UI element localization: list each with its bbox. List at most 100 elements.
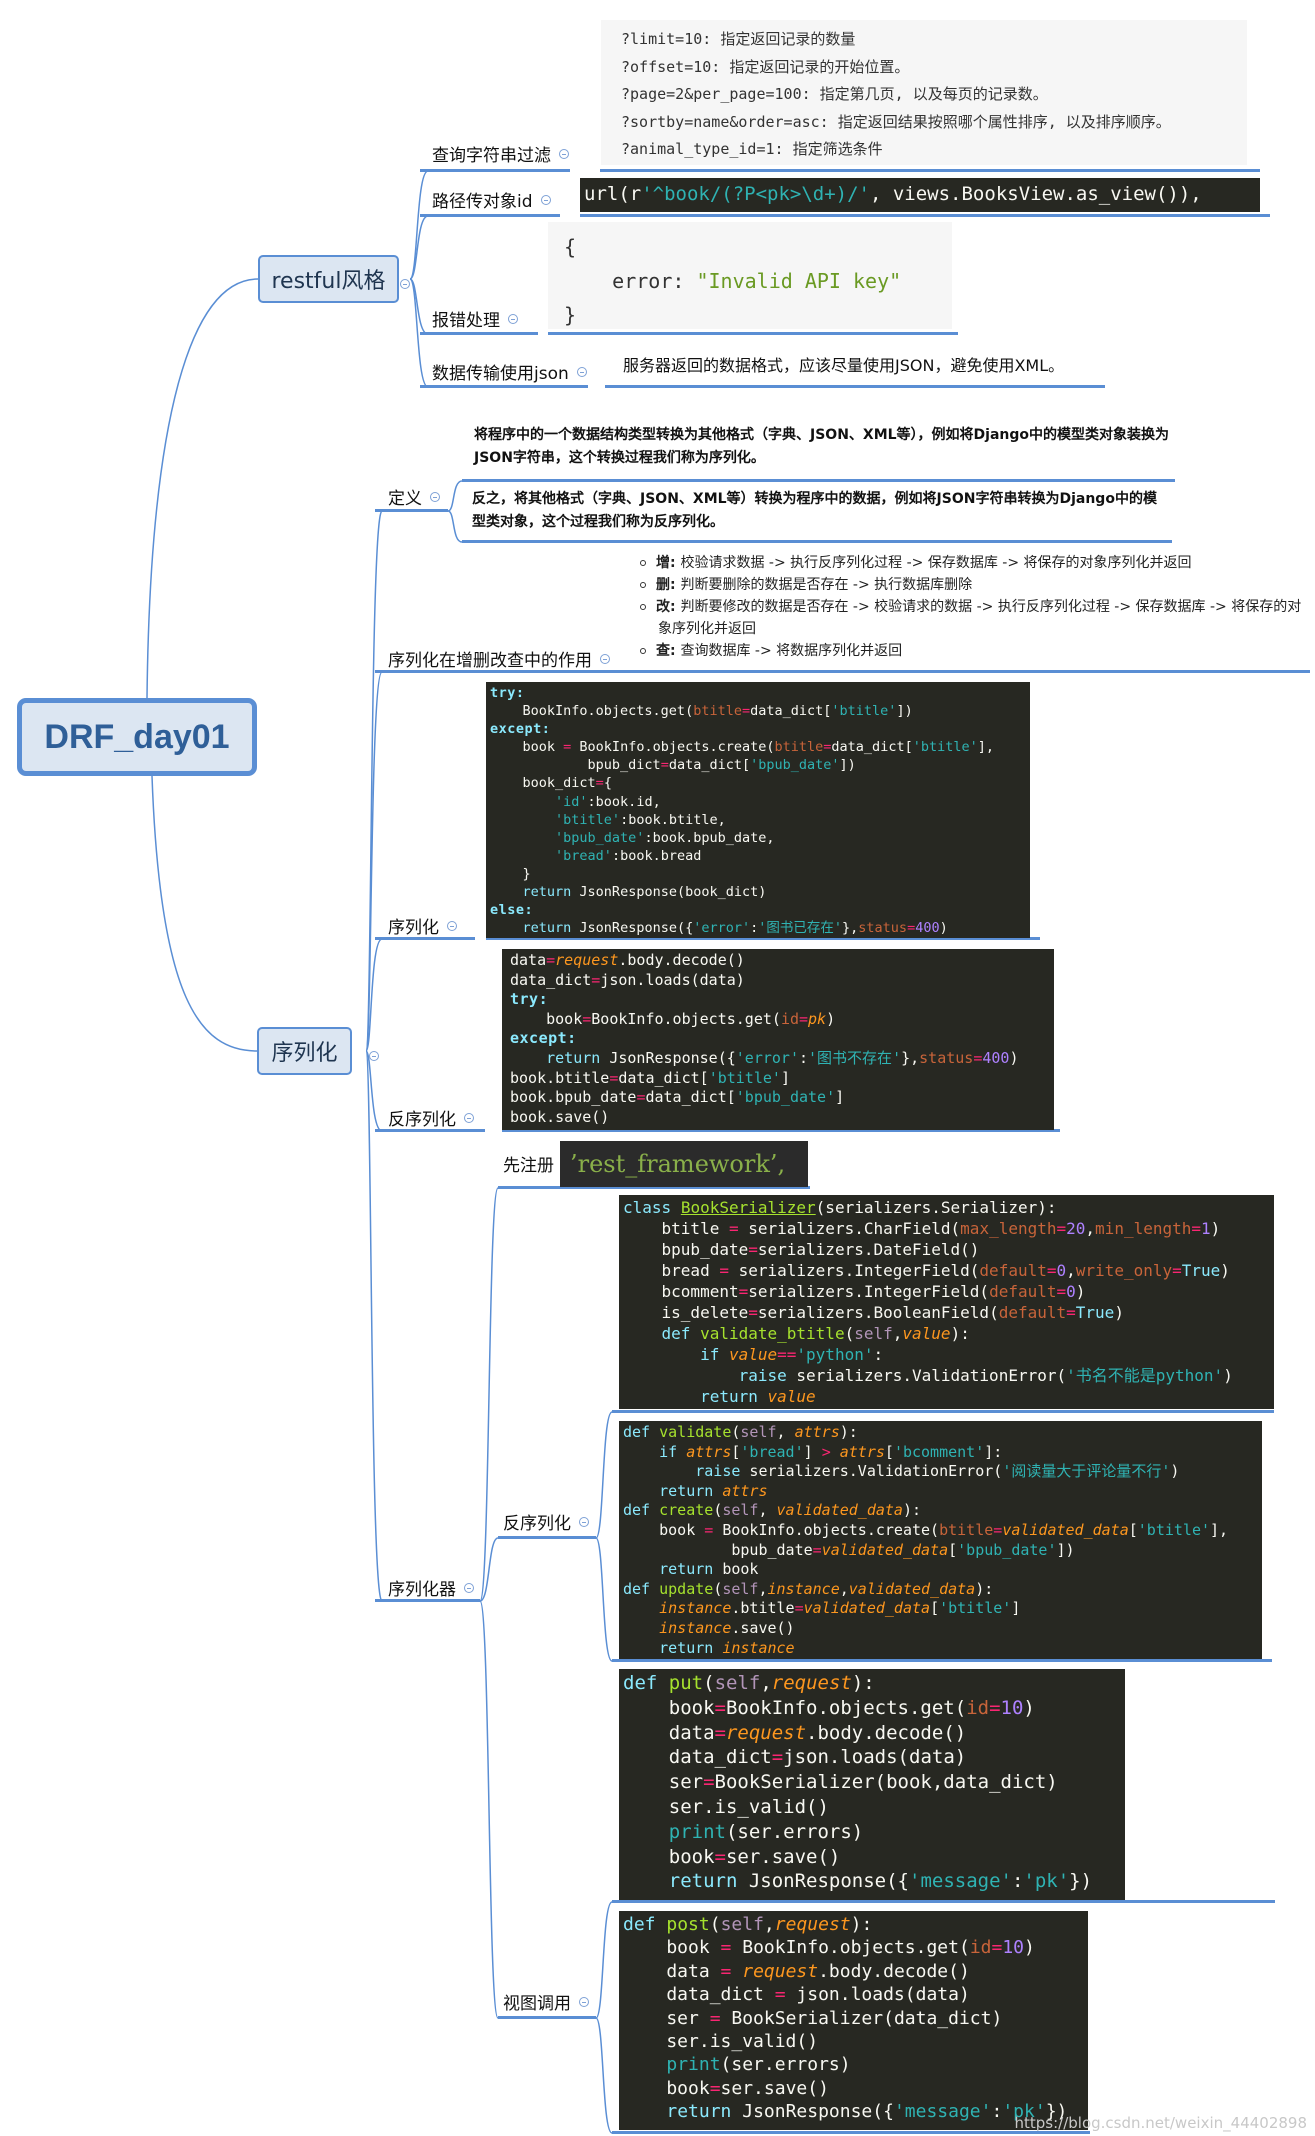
root-node[interactable]: DRF_day01	[17, 698, 257, 776]
code-line: data=request.body.decode()	[510, 951, 745, 969]
branch-underline	[462, 540, 1172, 543]
note-line: ?offset=10: 指定返回记录的开始位置。	[621, 57, 910, 76]
node-path-id[interactable]: 路径传对象id	[432, 187, 551, 212]
note-line: ?animal_type_id=1: 指定筛选条件	[621, 140, 883, 158]
branch-underline	[580, 214, 1270, 217]
code-line: book=BookInfo.objects.get(id=pk)	[510, 1009, 836, 1028]
node-label: 数据传输使用json	[432, 364, 569, 384]
code-line: data_dict=json.loads(data)	[623, 1746, 967, 1769]
branch-underline	[420, 214, 560, 217]
branch-underline	[612, 1659, 1272, 1662]
json-note: 服务器返回的数据格式，应该尽量使用JSON，避免使用XML。	[623, 356, 1065, 375]
code-line: bcomment=serializers.IntegerField(defaul…	[623, 1282, 1086, 1301]
code-line: return JsonResponse({'error':'图书已存在'},st…	[522, 920, 948, 937]
branch-underline	[498, 1536, 596, 1539]
code-line: def post(self,request):	[623, 1914, 873, 1935]
crud-key: 增	[656, 555, 670, 571]
node-definition[interactable]: 定义	[388, 484, 440, 509]
code-line: data_dict=json.loads(data)	[510, 970, 745, 989]
node-label: 定义	[388, 489, 422, 509]
code-line: def validate_btitle(self,value):	[661, 1324, 970, 1343]
code-line: return JsonResponse(book_dict)	[522, 884, 767, 901]
code-line: 'bpub_date':book.bpub_date,	[555, 829, 775, 846]
code-line: def put(self,request):	[623, 1672, 875, 1694]
collapse-icon[interactable]	[447, 920, 457, 931]
url-code-block: url(r'^book/(?P<pk>\d+)/', views.BooksVi…	[580, 178, 1260, 212]
code-line: print(ser.errors)	[668, 1820, 864, 1843]
deserialize-code-block: data=request.body.decode() data_dict=json…	[502, 949, 1054, 1130]
branch-underline	[375, 509, 448, 512]
code-line: data=request.body.decode()	[623, 1721, 967, 1744]
code-line: 'bread':book.bread	[555, 847, 702, 864]
collapse-icon[interactable]	[464, 1112, 474, 1123]
node-query-filter[interactable]: 查询字符串过滤	[432, 141, 569, 166]
crud-item-update: 改: 判断要修改的数据是否存在 -> 校验请求的数据 -> 执行反序列化过程 -…	[640, 596, 1312, 640]
node-error-handling[interactable]: 报错处理	[432, 306, 518, 331]
note-line: ?sortby=name&order=asc: 指定返回结果按照哪个属性排序, …	[621, 112, 1171, 131]
code-line: book=ser.save()	[623, 2077, 829, 2099]
code-line: book = BookInfo.objects.create(btitle=da…	[490, 739, 995, 756]
post-view-code-block: def post(self,request): book = BookInfo.…	[619, 1911, 1088, 2130]
code-line: except:	[490, 721, 551, 738]
crud-key: 改	[656, 599, 670, 615]
node-label: 反序列化	[388, 1110, 456, 1130]
node-view-usage[interactable]: 视图调用	[503, 1989, 589, 2014]
bullet-icon	[640, 648, 646, 654]
code-line: ser.is_valid()	[623, 1795, 829, 1818]
node-serializer-deser[interactable]: 反序列化	[503, 1509, 589, 1534]
collapse-icon[interactable]	[369, 1051, 380, 1061]
collapse-icon[interactable]	[600, 653, 610, 664]
code-line: raise serializers.ValidationError('阅读量大于…	[695, 1462, 1180, 1481]
node-label: 反序列化	[503, 1514, 571, 1534]
code-line: raise serializers.ValidationError('书名不能是…	[738, 1366, 1233, 1385]
code-line: 'id':book.id,	[555, 793, 661, 810]
bullet-icon	[640, 582, 646, 588]
collapse-icon[interactable]	[430, 491, 440, 502]
branch-underline	[605, 385, 1105, 388]
serializer-methods-code-block: def validate(self, attrs): if attrs['bre…	[619, 1421, 1262, 1659]
code-line: 'btitle':book.btitle,	[555, 811, 726, 828]
node-serializer[interactable]: 序列化器	[388, 1575, 474, 1600]
code-line: else:	[490, 902, 534, 919]
collapse-icon[interactable]	[508, 313, 518, 324]
branch-underline	[548, 332, 958, 335]
code-line: def validate(self, attrs):	[623, 1423, 858, 1441]
collapse-icon[interactable]	[464, 1582, 474, 1593]
code-line: book.btitle=data_dict['btitle']	[510, 1068, 790, 1087]
code-line: book=BookInfo.objects.get(id=10)	[623, 1696, 1035, 1719]
code-line: book.save()	[510, 1107, 610, 1126]
crud-text: 判断要修改的数据是否存在 -> 校验请求的数据 -> 执行反序列化过程 -> 保…	[658, 599, 1302, 637]
crud-text: 判断要删除的数据是否存在 -> 执行数据库删除	[680, 577, 973, 593]
code-line: return JsonResponse({'error':'图书不存在'},st…	[546, 1048, 1019, 1067]
node-label: 序列化器	[388, 1580, 456, 1600]
code-line: bpub_date=serializers.DateField()	[623, 1240, 980, 1259]
code-line: if attrs['bread'] > attrs['bcomment']:	[659, 1442, 1003, 1461]
collapse-icon[interactable]	[579, 1516, 589, 1527]
node-label: 报错处理	[432, 311, 500, 331]
node-deserialization[interactable]: 反序列化	[388, 1105, 474, 1130]
collapse-icon[interactable]	[540, 194, 551, 205]
branch-underline	[600, 169, 1260, 172]
node-json-transfer[interactable]: 数据传输使用json	[432, 359, 587, 384]
collapse-icon[interactable]	[400, 279, 410, 289]
collapse-icon[interactable]	[579, 1996, 589, 2007]
node-label: restful风格	[271, 269, 386, 294]
code-line: book_dict={	[490, 775, 612, 792]
node-register[interactable]: 先注册	[503, 1151, 554, 1176]
crud-item-delete: 删: 判断要删除的数据是否存在 -> 执行数据库删除	[640, 574, 1312, 596]
code-line: data_dict = json.loads(data)	[623, 1984, 970, 2006]
node-restful[interactable]: restful风格	[258, 255, 399, 303]
put-view-code-block: def put(self,request): book=BookInfo.obj…	[619, 1669, 1125, 1900]
code-line: book.bpub_date=data_dict['bpub_date']	[510, 1088, 845, 1107]
collapse-icon[interactable]	[559, 148, 569, 159]
collapse-icon[interactable]	[576, 366, 587, 377]
code-line: ser.is_valid()	[623, 2031, 819, 2053]
query-params-note: ?limit=10: 指定返回记录的数量 ?offset=10: 指定返回记录的…	[601, 20, 1247, 165]
code-line: book=ser.save()	[623, 1845, 841, 1868]
node-label: 视图调用	[503, 1994, 571, 2014]
node-serialization[interactable]: 序列化	[388, 913, 457, 938]
node-serialize[interactable]: 序列化	[257, 1027, 352, 1075]
serializer-class-code-block: class BookSerializer(serializers.Seriali…	[619, 1195, 1274, 1409]
code-line: return JsonResponse({'message':'pk'})	[668, 1870, 1093, 1893]
node-crud-role[interactable]: 序列化在增删改查中的作用	[388, 646, 610, 671]
